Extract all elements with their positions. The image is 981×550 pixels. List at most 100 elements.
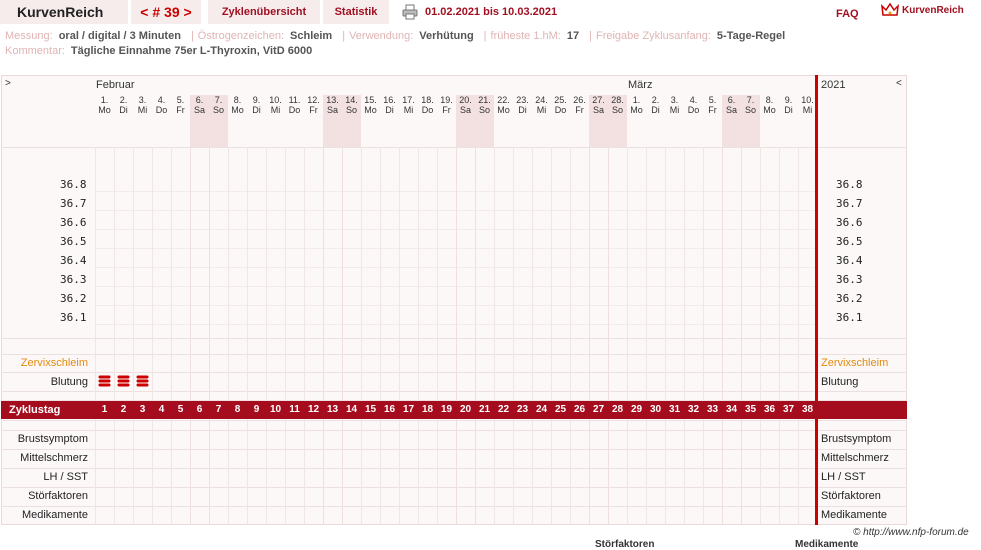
cycle-day-number: 34 [725, 404, 738, 415]
grid-hline [1, 372, 907, 373]
day-header[interactable]: 25. Do [551, 95, 570, 147]
day-header[interactable]: 15. Mo [361, 95, 380, 147]
day-header[interactable]: 4. Do [152, 95, 171, 147]
day-header[interactable]: 7. So [209, 95, 228, 147]
row-label-bleeding-right: Blutung [821, 376, 859, 388]
day-header[interactable]: 20. Sa [456, 95, 475, 147]
scroll-right-arrow[interactable]: < [896, 78, 902, 89]
day-header[interactable]: 21. So [475, 95, 494, 147]
day-header[interactable]: 3. Mi [133, 95, 152, 147]
day-number: 20. [459, 95, 472, 105]
weekday: Mo [497, 105, 510, 115]
day-header[interactable]: 9. Di [779, 95, 798, 147]
day-header[interactable]: 2. Di [646, 95, 665, 147]
day-header[interactable]: 1. Mo [627, 95, 646, 147]
day-header[interactable]: 1. Mo [95, 95, 114, 147]
day-header[interactable]: 28. So [608, 95, 627, 147]
hm-value: 17 [566, 30, 580, 42]
grid-hline [1, 147, 907, 148]
weekday: Fr [575, 105, 584, 115]
day-header[interactable]: 2. Di [114, 95, 133, 147]
row-label-lh-right: LH / SST [821, 471, 866, 483]
day-header[interactable]: 26. Fr [570, 95, 589, 147]
row-label-disturb-right: Störfaktoren [821, 490, 881, 502]
weekday: So [212, 105, 224, 115]
grid-vline [760, 147, 761, 525]
day-header[interactable]: 5. Fr [171, 95, 190, 147]
day-header[interactable]: 6. Sa [190, 95, 209, 147]
brand-title[interactable]: KurvenReich [0, 0, 129, 24]
cycle-day-number: 32 [687, 404, 700, 415]
grid-vline [532, 147, 533, 525]
day-number: 6. [195, 95, 204, 105]
day-header[interactable]: 8. Mo [228, 95, 247, 147]
day-header[interactable]: 24. Mi [532, 95, 551, 147]
day-header[interactable]: 3. Mi [665, 95, 684, 147]
weekday: So [345, 105, 357, 115]
day-header[interactable]: 7. So [741, 95, 760, 147]
day-header[interactable]: 14. So [342, 95, 361, 147]
weekday: Di [252, 105, 261, 115]
cycle-nav-link[interactable]: < # 39 > [140, 4, 191, 20]
day-header[interactable]: 10. Mi [798, 95, 817, 147]
grid-vline [114, 147, 115, 525]
separator: | [342, 30, 346, 42]
cycle-navigator[interactable]: < # 39 > [131, 0, 202, 24]
day-header[interactable]: 9. Di [247, 95, 266, 147]
copyright[interactable]: © http://www.nfp-forum.de [853, 527, 969, 538]
day-header[interactable]: 18. Do [418, 95, 437, 147]
cycle-day-number: 14 [345, 404, 358, 415]
row-label-midpain: Mittelschmerz [20, 452, 88, 464]
grid-vline [608, 147, 609, 525]
grid-hline [1, 506, 907, 507]
day-number: 10. [801, 95, 814, 105]
day-header[interactable]: 27. Sa [589, 95, 608, 147]
row-label-cervical: Zervixschleim [20, 357, 88, 369]
day-header[interactable]: 4. Do [684, 95, 703, 147]
printer-icon[interactable] [402, 4, 418, 20]
freigabe-label: Freigabe Zyklusanfang: [595, 30, 711, 42]
cycle-overview-tab[interactable]: Zyklenübersicht [208, 0, 321, 24]
kurvenreich-logo[interactable]: KurvenReich [881, 2, 964, 18]
day-header[interactable]: 16. Di [380, 95, 399, 147]
cycle-day-number: 29 [630, 404, 643, 415]
verwendung-label: Verwendung: [349, 30, 414, 42]
day-number: 18. [421, 95, 434, 105]
row-label-cervical-right: Zervixschleim [821, 357, 889, 369]
day-number: 28. [611, 95, 624, 105]
day-number: 4. [157, 95, 166, 105]
cycle-day-number: 24 [535, 404, 548, 415]
day-header[interactable]: 6. Sa [722, 95, 741, 147]
day-header[interactable]: 5. Fr [703, 95, 722, 147]
grid-vline [570, 147, 571, 525]
weekday: Mi [137, 105, 148, 115]
day-header[interactable]: 13. Sa [323, 95, 342, 147]
statistics-tab[interactable]: Statistik [323, 0, 390, 24]
weekday: Di [784, 105, 793, 115]
row-label-disturb: Störfaktoren [28, 490, 88, 502]
day-header[interactable]: 10. Mi [266, 95, 285, 147]
grid-vline [798, 147, 799, 525]
day-header[interactable]: 22. Mo [494, 95, 513, 147]
grid-vline [589, 147, 590, 525]
grid-vline [665, 147, 666, 525]
day-header[interactable]: 11. Do [285, 95, 304, 147]
day-header[interactable]: 19. Fr [437, 95, 456, 147]
row-label-lh: LH / SST [43, 471, 88, 483]
faq-link[interactable]: FAQ [836, 8, 859, 20]
grid-hline [1, 354, 907, 355]
grid-hline [1, 487, 907, 488]
month-label-february: Februar [96, 79, 135, 91]
cycle-day-number: 20 [459, 404, 472, 415]
day-header[interactable]: 8. Mo [760, 95, 779, 147]
cycle-day-number: 1 [101, 404, 108, 415]
cycle-day-number: 33 [706, 404, 719, 415]
day-header[interactable]: 12. Fr [304, 95, 323, 147]
cycle-day-number: 26 [573, 404, 586, 415]
scroll-left-arrow[interactable]: > [5, 78, 11, 89]
temp-label: 36.8 [60, 178, 87, 191]
day-number: 2. [119, 95, 128, 105]
day-number: 14. [345, 95, 358, 105]
day-header[interactable]: 17. Mi [399, 95, 418, 147]
day-header[interactable]: 23. Di [513, 95, 532, 147]
